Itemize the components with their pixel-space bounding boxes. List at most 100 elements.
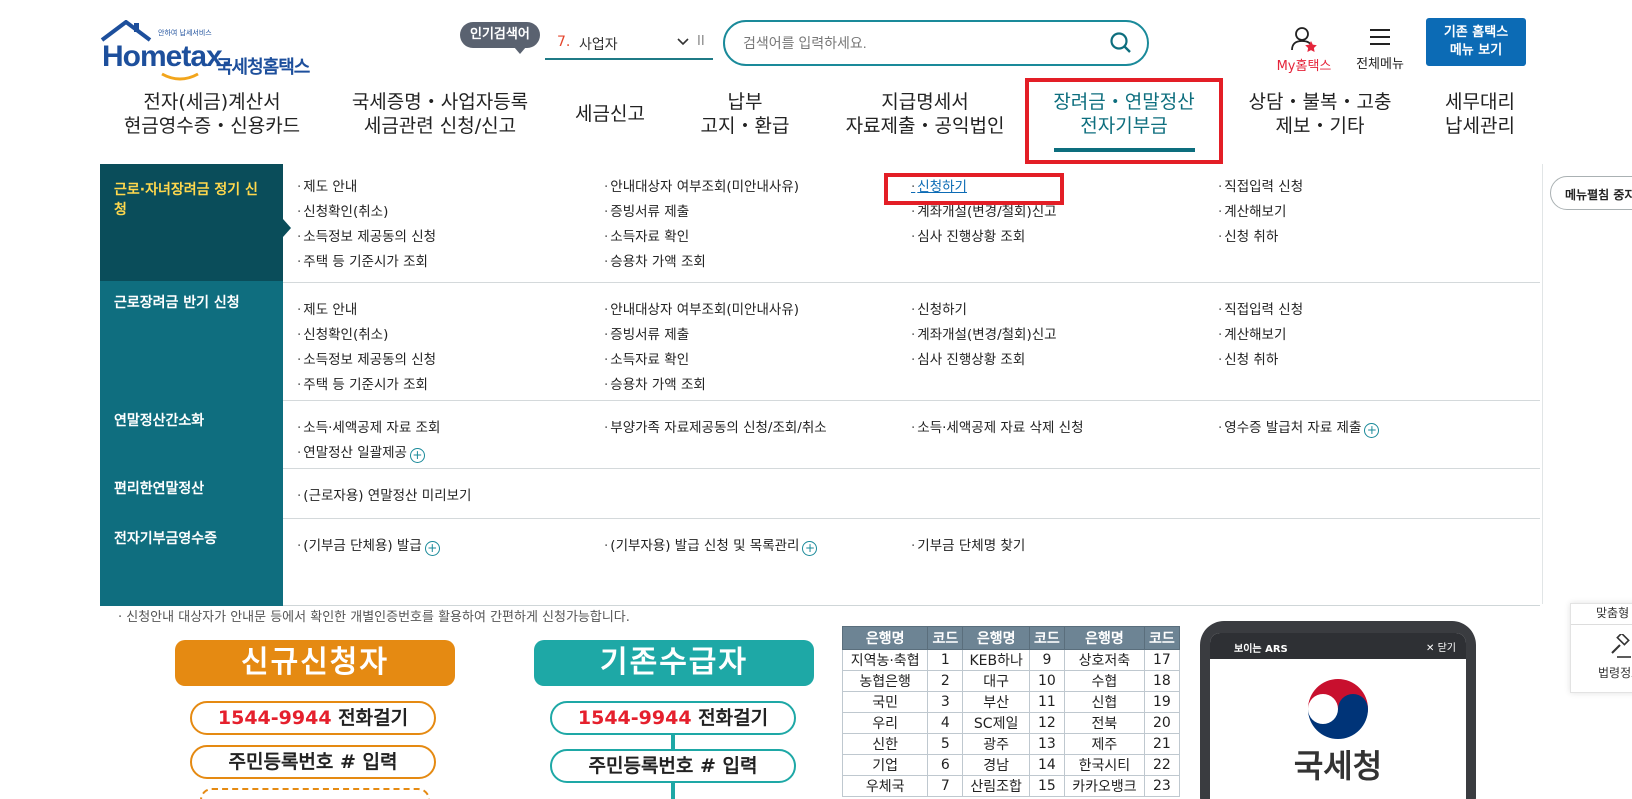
- old-hometax-button[interactable]: 기존 홈택스 메뉴 보기: [1426, 18, 1526, 66]
- link-income-consent[interactable]: · 소득정보 제공동의 신청: [297, 228, 436, 246]
- section-divider: [283, 400, 1540, 401]
- ars-org-name: 국세청: [1293, 747, 1383, 785]
- connector: [671, 783, 675, 799]
- menu-fold-toggle[interactable]: 메뉴펼침 중지: [1550, 176, 1632, 210]
- new-applicant-header: 신규신청자: [175, 640, 455, 686]
- gnb-label-1: 상담・불복・고충: [1248, 91, 1392, 113]
- link-account-report[interactable]: · 계좌개설(변경/철회)신고: [911, 203, 1057, 221]
- link-find-donation-org[interactable]: · 기부금 단체명 찾기: [911, 537, 1025, 555]
- link-deduction-data[interactable]: · 소득·세액공제 자료 조회: [297, 419, 440, 437]
- hamburger-menu-icon: [1370, 29, 1390, 45]
- close-icon: ✕ 닫기: [1426, 643, 1456, 654]
- link-income-consent[interactable]: · 소득정보 제공동의 신청: [297, 351, 436, 369]
- table-row: 지역농·축협 1 KEB하나 9 상호저축 17: [841, 649, 1181, 671]
- link-apply[interactable]: · 신청하기: [911, 301, 967, 319]
- link-withdraw[interactable]: · 신청 취하: [1218, 351, 1278, 369]
- category-label: 전자기부금영수증: [114, 531, 218, 547]
- popular-term: 사업자: [579, 37, 618, 53]
- link-apply-check[interactable]: · 신청확인(취소): [297, 326, 388, 344]
- link-dependent-consent[interactable]: · 부양가족 자료제공동의 신청/조회/취소: [604, 419, 827, 437]
- old-hometax-line1: 기존 홈택스: [1443, 25, 1509, 40]
- link-yearend-preview[interactable]: · (근로자용) 연말정산 미리보기: [297, 487, 471, 505]
- quick-law-info[interactable]: 법령정보: [1598, 664, 1632, 681]
- table-header-row: 은행명 코드 은행명 코드 은행명 코드: [841, 626, 1181, 650]
- search-icon[interactable]: [1109, 31, 1133, 55]
- link-withdraw[interactable]: · 신청 취하: [1218, 228, 1278, 246]
- ars-title: 보이는 ARS: [1234, 644, 1288, 655]
- link-system-guide[interactable]: · 제도 안내: [297, 301, 357, 319]
- popular-search-select[interactable]: 7. 사업자 II: [545, 26, 713, 60]
- connector: [671, 735, 675, 749]
- link-submit-evidence[interactable]: · 증빙서류 제출: [604, 203, 689, 221]
- link-calculate[interactable]: · 계산해보기: [1218, 203, 1286, 221]
- plus-icon[interactable]: +: [409, 448, 425, 463]
- category-label: 근로장려금 반기 신청: [114, 295, 240, 311]
- panel-right-divider: [1542, 164, 1543, 604]
- gnb-e-invoice[interactable]: 전자(세금)계산서 현금영수증・신용카드: [117, 90, 307, 140]
- link-income-data-check[interactable]: · 소득자료 확인: [604, 228, 689, 246]
- link-bulk-provision[interactable]: · 연말정산 일괄제공 +: [297, 444, 425, 463]
- chevron-down-icon[interactable]: [675, 34, 691, 50]
- link-car-value[interactable]: · 승용차 가액 조회: [604, 376, 706, 394]
- link-notice-target-lookup[interactable]: · 안내대상자 여부조회(미안내사유): [604, 178, 799, 196]
- link-apply-check[interactable]: · 신청확인(취소): [297, 203, 388, 221]
- popular-search-badge: 인기검색어: [460, 22, 540, 54]
- existing-recipient-header: 기존수급자: [534, 640, 814, 686]
- bank-code-table: 은행명 코드 은행명 코드 은행명 코드 지역농·축협 1 KEB하나 9 상호저축 17 농협…: [841, 626, 1181, 797]
- search-box: [723, 20, 1149, 66]
- gnb-label-2: 세금관련 신청/신고: [363, 115, 517, 137]
- link-direct-input[interactable]: · 직접입력 신청: [1218, 301, 1303, 319]
- plus-icon[interactable]: +: [802, 541, 818, 556]
- logo-wordmark: Hometax.: [102, 40, 230, 73]
- pause-icon[interactable]: II: [697, 34, 705, 49]
- link-review-status[interactable]: · 심사 진행상황 조회: [911, 351, 1025, 369]
- gnb-tax-agent[interactable]: 세무대리 납세관리: [1440, 90, 1520, 140]
- gnb-tax-report[interactable]: 세금신고: [570, 90, 650, 140]
- gnb-payment[interactable]: 납부 고지・환급: [690, 90, 800, 140]
- category-yearend-simplified[interactable]: 연말정산간소화: [100, 411, 283, 431]
- my-hometax-label: My홈택스: [1276, 59, 1332, 74]
- popular-rank: 7.: [557, 34, 571, 50]
- hometax-logo[interactable]: 안하여 납세서비스 Hometax. 국세청홈택스: [100, 18, 320, 81]
- table-row: 신한 5 광주 13 제주 21: [841, 733, 1181, 755]
- taegeuk-emblem-icon: [1304, 675, 1372, 743]
- gnb-certificates[interactable]: 국세증명・사업자등록 세금관련 신청/신고: [340, 90, 540, 140]
- my-hometax-button[interactable]: My홈택스: [1262, 26, 1346, 76]
- link-donation-issue[interactable]: · (기부금 단체용) 발급 +: [297, 537, 440, 556]
- mega-menu-panel: 근로·자녀장려금 정기 신청 근로장려금 반기 신청 연말정산간소화 편리한연말…: [100, 164, 1540, 606]
- link-housing-price[interactable]: · 주택 등 기준시가 조회: [297, 376, 428, 394]
- link-notice-target-lookup[interactable]: · 안내대상자 여부조회(미안내사유): [604, 301, 799, 319]
- call-step: 1544-9944 전화걸기: [190, 701, 436, 735]
- gavel-icon[interactable]: [1609, 634, 1632, 660]
- gnb-payment-statement[interactable]: 지급명세서 자료제출・공익법인: [840, 90, 1010, 140]
- link-account-report[interactable]: · 계좌개설(변경/철회)신고: [911, 326, 1057, 344]
- link-delete-deduction[interactable]: · 소득·세액공제 자료 삭제 신청: [911, 419, 1084, 437]
- quick-custom[interactable]: 맞춤형: [1596, 604, 1629, 621]
- link-calculate[interactable]: · 계산해보기: [1218, 326, 1286, 344]
- category-regular-incentive[interactable]: 근로·자녀장려금 정기 신청: [100, 164, 283, 281]
- ars-title-bar: 보이는 ARS ✕ 닫기: [1210, 633, 1466, 659]
- link-review-status[interactable]: · 심사 진행상황 조회: [911, 228, 1025, 246]
- plus-icon[interactable]: +: [1364, 423, 1380, 438]
- gnb-label-2: 납세관리: [1445, 115, 1515, 137]
- gnb-label-2: 현금영수증・신용카드: [123, 115, 301, 137]
- category-e-donation-receipt[interactable]: 전자기부금영수증: [100, 529, 283, 549]
- table-row: 농협은행 2 대구 10 수협 18: [841, 670, 1181, 692]
- search-input[interactable]: [741, 31, 1091, 55]
- category-half-year-incentive[interactable]: 근로장려금 반기 신청: [100, 293, 283, 313]
- link-receipt-issuer[interactable]: · 영수증 발급처 자료 제출 +: [1218, 419, 1380, 438]
- category-convenient-yearend[interactable]: 편리한연말정산: [100, 479, 283, 499]
- table-row: 국민 3 부산 11 신협 19: [841, 691, 1181, 713]
- quick-menu: 맞춤형 법령정보: [1570, 603, 1632, 693]
- old-hometax-line2: 메뉴 보기: [1449, 43, 1503, 58]
- link-submit-evidence[interactable]: · 증빙서류 제출: [604, 326, 689, 344]
- link-direct-input[interactable]: · 직접입력 신청: [1218, 178, 1303, 196]
- plus-icon[interactable]: +: [424, 541, 440, 556]
- gnb-consultation[interactable]: 상담・불복・고충 제보・기타: [1245, 90, 1395, 140]
- link-income-data-check[interactable]: · 소득자료 확인: [604, 351, 689, 369]
- link-system-guide[interactable]: · 제도 안내: [297, 178, 357, 196]
- link-housing-price[interactable]: · 주택 등 기준시가 조회: [297, 253, 428, 271]
- link-car-value[interactable]: · 승용차 가액 조회: [604, 253, 706, 271]
- link-donor-issue[interactable]: · (기부자용) 발급 신청 및 목록관리 +: [604, 537, 818, 556]
- all-menu-button[interactable]: 전체메뉴: [1348, 26, 1412, 76]
